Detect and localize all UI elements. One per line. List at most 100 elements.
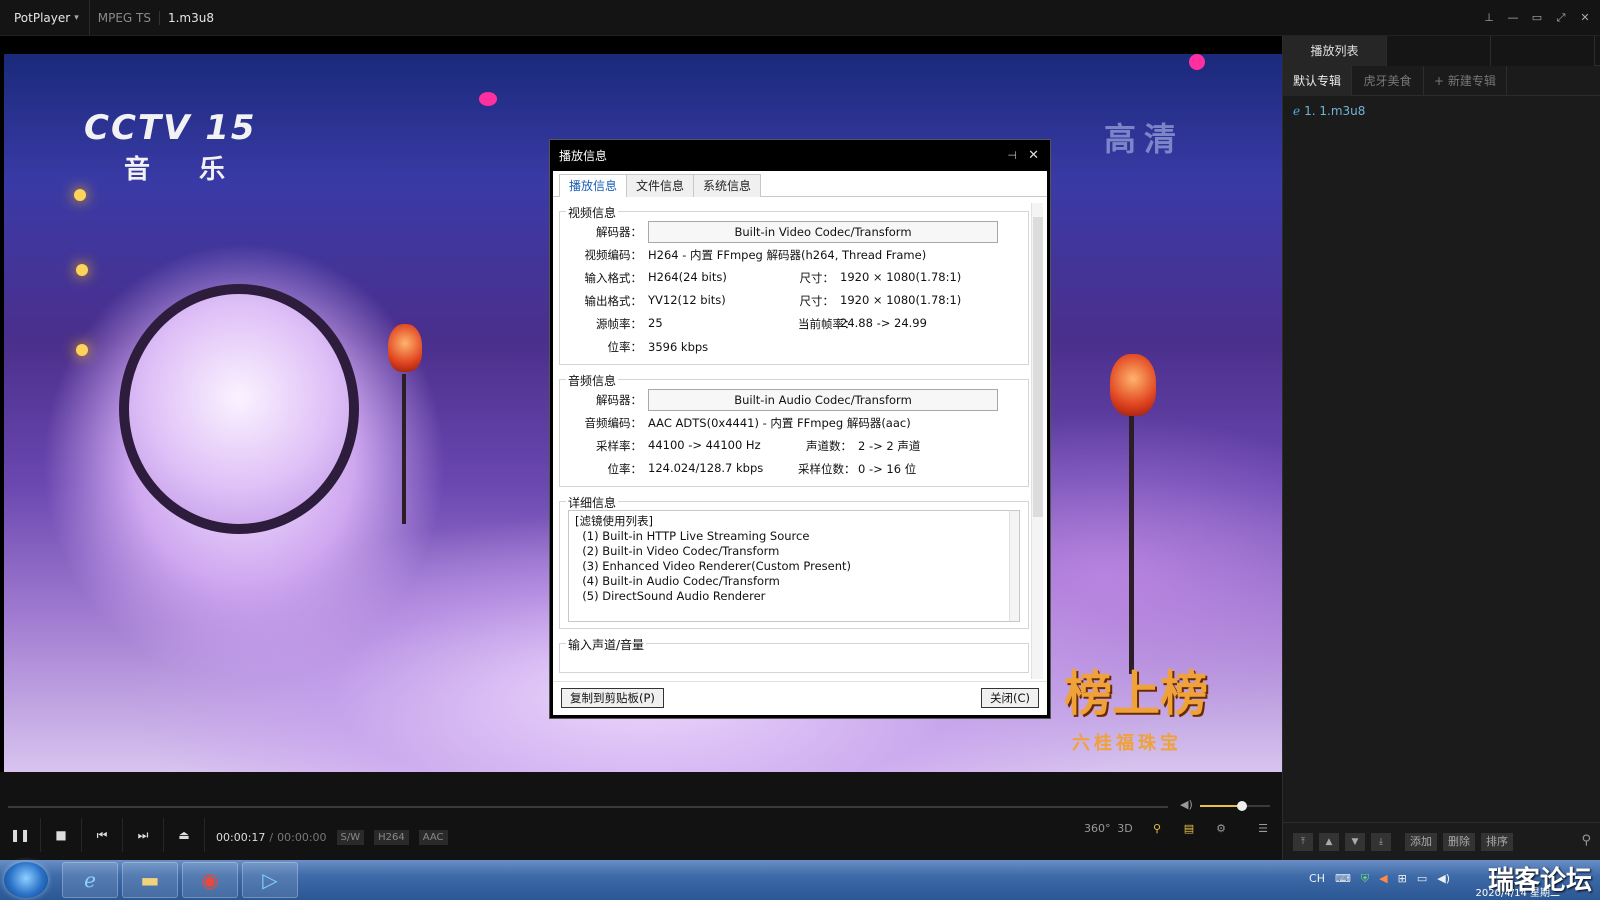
output-format-label: 输出格式： (584, 293, 643, 308)
tab-blank (1491, 36, 1595, 66)
audio-codec-row: 音频编码： AAC ADTS(0x4441) - 内置 FFmpeg 解码器(a… (568, 411, 1020, 434)
video-decoder-value[interactable]: Built-in Video Codec/Transform (648, 220, 998, 243)
dialog-scrollbar[interactable] (1031, 203, 1043, 679)
album-tab-default[interactable]: 默认专辑 (1283, 66, 1353, 96)
dialog-title: 播放信息 (559, 149, 608, 163)
album-tab-huya[interactable]: 虎牙美食 (1352, 66, 1425, 96)
pause-icon[interactable]: ❚❚ (0, 818, 41, 852)
time-current: 00:00:17 (216, 831, 266, 844)
fullscreen-icon[interactable]: ⤢ (1554, 11, 1568, 25)
search-zoom-icon[interactable]: ⚲ (1148, 822, 1166, 835)
audio-codec-badge: AAC (418, 830, 448, 845)
video-decoder-label: 解码器： (596, 224, 642, 239)
pin-icon[interactable]: ⊥ (1482, 11, 1496, 25)
tab-playback-info[interactable]: 播放信息 (559, 174, 628, 197)
program-logo: 榜上榜 (1064, 666, 1209, 722)
move-up-icon[interactable]: ▲ (1319, 832, 1339, 851)
cur-fps-label: 当前帧率： (798, 316, 856, 331)
title-bar: PotPlayer ▾ MPEG TS 1.m3u8 ⊥ — ▭ ⤢ ✕ (0, 0, 1600, 36)
chrome-icon[interactable]: ◉ (182, 862, 238, 898)
vr360-button[interactable]: 360° (1084, 822, 1111, 835)
volume-slider[interactable] (1200, 801, 1270, 811)
seek-bar[interactable] (8, 806, 1168, 808)
filter-list-box[interactable]: [滤镜使用列表] (1) Built-in HTTP Live Streamin… (568, 510, 1020, 622)
video-codec-value: H264 - 内置 FFmpeg 解码器(h264, Thread Frame) (648, 247, 927, 262)
app-name: PotPlayer (14, 10, 71, 25)
audio-decoder-value[interactable]: Built-in Audio Codec/Transform (648, 388, 998, 411)
next-icon[interactable]: ⏭ (123, 818, 164, 852)
dialog-tabs: 播放信息 文件信息 系统信息 (553, 171, 1047, 197)
subtitle-icon[interactable]: ▤ (1180, 822, 1198, 835)
language-indicator[interactable]: CH (1309, 872, 1325, 886)
move-down-icon[interactable]: ▼ (1345, 832, 1365, 851)
video-bitrate-label: 位率： (607, 339, 643, 354)
group-title: 详细信息 (566, 494, 619, 511)
close-icon[interactable]: ✕ (1578, 11, 1592, 25)
minimize-icon[interactable]: — (1506, 11, 1520, 25)
maximize-icon[interactable]: ▭ (1530, 11, 1544, 25)
album-tab-new[interactable]: + 新建专辑 (1424, 66, 1507, 96)
network-icon[interactable]: ⊞ (1398, 872, 1407, 886)
volume-icon[interactable]: ◀) (1180, 798, 1193, 811)
eject-icon[interactable]: ⏏ (164, 818, 205, 852)
sort-button[interactable]: 排序 (1481, 832, 1513, 851)
video-codec-row: 视频编码： H264 - 内置 FFmpeg 解码器(h264, Thread … (568, 243, 1020, 266)
lantern-prop (1110, 354, 1156, 416)
format-label: MPEG TS (90, 10, 160, 25)
move-bottom-icon[interactable]: ⤓ (1371, 832, 1391, 851)
tab-system-info[interactable]: 系统信息 (693, 174, 762, 197)
search-icon[interactable]: ⚲ (1581, 833, 1591, 848)
tab-file-info[interactable]: 文件信息 (626, 174, 695, 197)
3d-button[interactable]: 3D (1116, 822, 1134, 835)
volume-icon[interactable]: ◀) (1437, 872, 1450, 886)
album-tabs: 默认专辑 虎牙美食 + 新建专辑 (1283, 66, 1600, 96)
stage-light (1189, 54, 1205, 70)
display-icon[interactable]: ▭ (1417, 872, 1427, 886)
samplerate-row: 采样率： 44100 -> 44100 Hz 声道数： 2 -> 2 声道 (568, 434, 1020, 457)
input-size-label: 尺寸： (799, 270, 835, 285)
time-display: 00:00:17 / 00:00:00 S/W H264 AAC (216, 830, 448, 845)
app-menu-button[interactable]: PotPlayer ▾ (0, 0, 90, 35)
audio-mute-icon[interactable]: ◀ (1379, 872, 1387, 886)
shield-icon[interactable]: ⛨ (1361, 872, 1369, 886)
samplerate-value: 44100 -> 44100 Hz (648, 437, 761, 452)
control-bar: ◀) ❚❚ ■ ⏮ ⏭ ⏏ 00:00:17 / 00:00:00 S/W H2… (0, 772, 1282, 860)
audio-decoder-label: 解码器： (596, 392, 642, 407)
output-size-label: 尺寸： (799, 293, 835, 308)
dialog-scroll-thumb[interactable] (1033, 217, 1043, 517)
tab-playlist[interactable]: 播放列表 (1283, 36, 1387, 66)
list-item[interactable]: ℯ 1. 1.m3u8 (1283, 100, 1600, 122)
playlist-panel: 播放列表 默认专辑 虎牙美食 + 新建专辑 ℯ 1. 1.m3u8 ⤒ ▲ ▼ … (1282, 36, 1600, 860)
sample-bits-label: 采样位数： (798, 461, 856, 476)
channel-subtitle: 音 乐 (124, 155, 246, 185)
audio-codec-label: 音频编码： (584, 415, 643, 430)
list-item-label: 1. 1.m3u8 (1304, 104, 1366, 118)
potplayer-icon[interactable]: ▷ (242, 862, 298, 898)
keyboard-icon[interactable]: ⌨ (1335, 872, 1351, 886)
stop-icon[interactable]: ■ (41, 818, 82, 852)
audio-bitrate-label: 位率： (607, 461, 643, 476)
copy-clipboard-button[interactable]: 复制到剪贴板(P) (561, 688, 664, 708)
input-format-value: H264(24 bits) (648, 269, 727, 284)
audio-bitrate-value: 124.024/128.7 kbps (648, 460, 764, 475)
menu-icon[interactable]: ☰ (1254, 822, 1272, 835)
ie-icon[interactable]: ℯ (62, 862, 118, 898)
volume-knob[interactable] (1237, 801, 1247, 811)
video-decoder-row: 解码器： Built-in Video Codec/Transform (568, 220, 1020, 243)
folder-icon[interactable]: ▬ (122, 862, 178, 898)
lantern-prop (388, 324, 422, 372)
decode-badge[interactable]: S/W (336, 830, 365, 845)
move-top-icon[interactable]: ⤒ (1293, 832, 1313, 851)
close-icon[interactable]: ✕ (1028, 143, 1039, 169)
input-volume-group: 输入声道/音量 (559, 636, 1029, 673)
detail-scrollbar[interactable] (1009, 511, 1019, 621)
cur-fps-value: 24.88 -> 24.99 (840, 315, 927, 330)
add-button[interactable]: 添加 (1405, 832, 1437, 851)
start-button[interactable] (4, 862, 48, 898)
gear-icon[interactable]: ⚙ (1212, 822, 1230, 835)
previous-icon[interactable]: ⏮ (82, 818, 123, 852)
close-button[interactable]: 关闭(C) (980, 688, 1039, 708)
moon-gate-prop (119, 284, 359, 534)
pin-icon[interactable]: ⊣ (1007, 143, 1017, 169)
delete-button[interactable]: 删除 (1443, 832, 1475, 851)
